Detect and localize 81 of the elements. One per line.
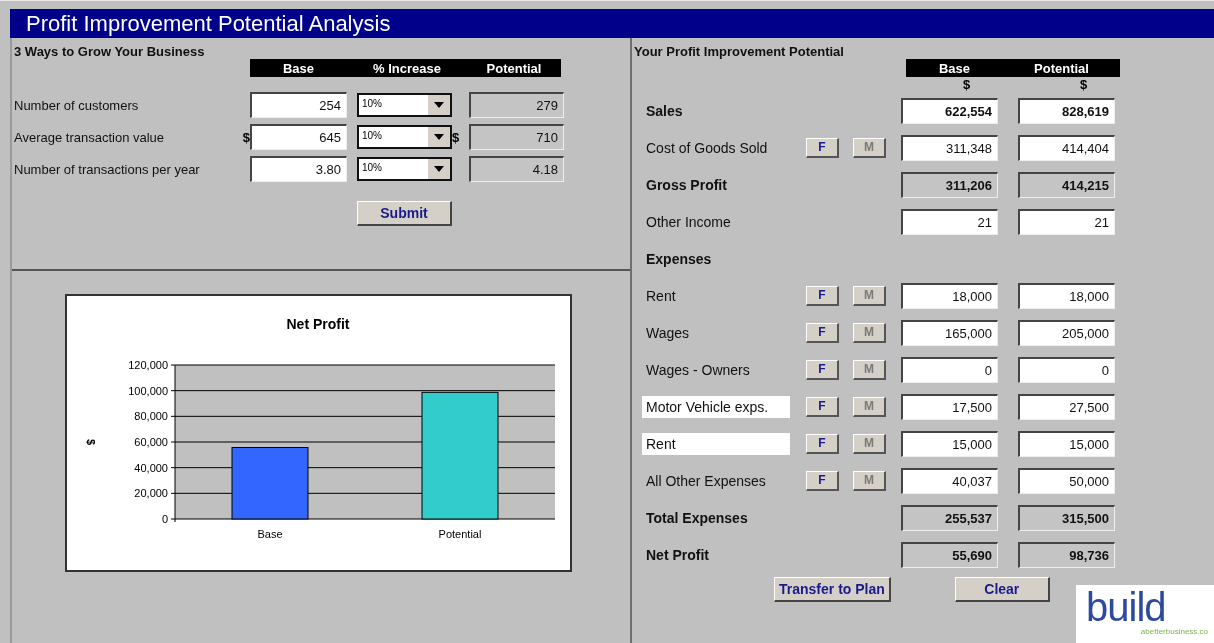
potential-input[interactable]: 0	[1018, 356, 1115, 383]
row-label: Sales	[646, 102, 684, 119]
row-label: Gross Profit	[646, 176, 728, 193]
column-header-bar: Base % Increase Potential	[250, 59, 561, 77]
y-tick-label: 20,000	[134, 487, 168, 500]
x-tick-label: Base	[257, 528, 283, 540]
y-tick-label: 60,000	[134, 436, 168, 448]
potential-input[interactable]: 27,500	[1018, 393, 1115, 420]
field-label: Average transaction value	[14, 129, 166, 145]
y-tick-label: 120,000	[128, 359, 168, 371]
row-label: All Other Expenses	[646, 472, 767, 489]
currency-sign: $	[241, 129, 250, 145]
formula-button[interactable]: F	[806, 433, 839, 454]
base-input[interactable]: 0	[901, 356, 998, 383]
row-label: Net Profit	[646, 546, 710, 563]
section-heading: Your Profit Improvement Potential	[634, 44, 845, 59]
field-label: Number of transactions per year	[14, 161, 201, 177]
row-label: Other Income	[646, 213, 732, 230]
clear-button[interactable]: Clear	[954, 577, 1050, 602]
row-label: Cost of Goods Sold	[646, 139, 769, 156]
base-value: 55,690	[901, 541, 998, 568]
column-header-bar: Base Potential	[906, 59, 1120, 77]
formula-button[interactable]: F	[806, 137, 839, 158]
x-tick-label: Potential	[438, 528, 482, 540]
logo-wordmark: build	[1086, 587, 1167, 627]
base-input[interactable]: 622,554	[901, 97, 998, 124]
base-value: 255,537	[901, 504, 998, 531]
transfer-button[interactable]: Transfer to Plan	[774, 577, 891, 602]
potential-input[interactable]: 21	[1018, 208, 1115, 235]
formula-button[interactable]: F	[806, 470, 839, 491]
y-tick-label: 40,000	[134, 461, 168, 474]
window-title: Profit Improvement Potential Analysis	[10, 9, 1214, 38]
row-label: Wages - Owners	[646, 361, 751, 378]
base-input[interactable]: 311,348	[901, 134, 998, 161]
potential-input[interactable]: 205,000	[1018, 319, 1115, 346]
base-input[interactable]: 21	[901, 208, 998, 235]
potential-input[interactable]: 15,000	[1018, 430, 1115, 457]
currency-unit: $	[1078, 77, 1089, 92]
base-value: 311,206	[901, 171, 998, 198]
potential-value: 710	[469, 124, 564, 150]
potential-input[interactable]: 50,000	[1018, 467, 1115, 494]
y-tick-label: 100,000	[128, 384, 168, 397]
base-input[interactable]: 645	[250, 124, 347, 150]
field-label: Number of customers	[14, 97, 140, 113]
percent-dropdown[interactable]: 10%	[357, 125, 452, 149]
formula-button[interactable]: F	[806, 285, 839, 306]
y-axis-label: $	[85, 438, 97, 446]
chart-title: Net Profit	[286, 316, 350, 332]
row-label: Total Expenses	[646, 509, 749, 526]
currency-sign: $	[452, 129, 461, 145]
y-tick-label: 0	[161, 513, 168, 525]
formula-button[interactable]: F	[806, 322, 839, 343]
base-input[interactable]: 165,000	[901, 319, 998, 346]
label-field: Rent	[642, 432, 790, 455]
base-input[interactable]: 3.80	[250, 156, 347, 182]
potential-input[interactable]: 414,404	[1018, 134, 1115, 161]
base-input[interactable]: 40,037	[901, 467, 998, 494]
label-field: Motor Vehicle exps.	[642, 395, 790, 418]
base-input[interactable]: 18,000	[901, 282, 998, 309]
row-label: Rent	[646, 287, 677, 304]
base-input[interactable]: 254	[250, 92, 347, 118]
formula-button[interactable]: F	[806, 359, 839, 380]
section-label: Expenses	[646, 250, 713, 267]
logo-tagline: abetterbusiness.co	[1140, 627, 1208, 636]
potential-value: 315,500	[1018, 504, 1115, 531]
percent-dropdown[interactable]: 10%	[357, 157, 452, 181]
potential-value: 279	[469, 92, 564, 118]
formula-button[interactable]: F	[806, 396, 839, 417]
potential-value: 4.18	[469, 156, 564, 182]
percent-dropdown[interactable]: 10%	[357, 93, 452, 117]
potential-value: 414,215	[1018, 171, 1115, 198]
currency-unit: $	[961, 77, 972, 92]
section-heading: 3 Ways to Grow Your Business	[14, 44, 206, 59]
y-tick-label: 80,000	[134, 410, 168, 423]
potential-value: 98,736	[1018, 541, 1115, 568]
submit-button[interactable]: Submit	[357, 201, 452, 226]
potential-input[interactable]: 828,619	[1018, 97, 1115, 124]
base-input[interactable]: 15,000	[901, 430, 998, 457]
potential-input[interactable]: 18,000	[1018, 282, 1115, 309]
row-label: Wages	[646, 324, 691, 341]
base-input[interactable]: 17,500	[901, 393, 998, 420]
